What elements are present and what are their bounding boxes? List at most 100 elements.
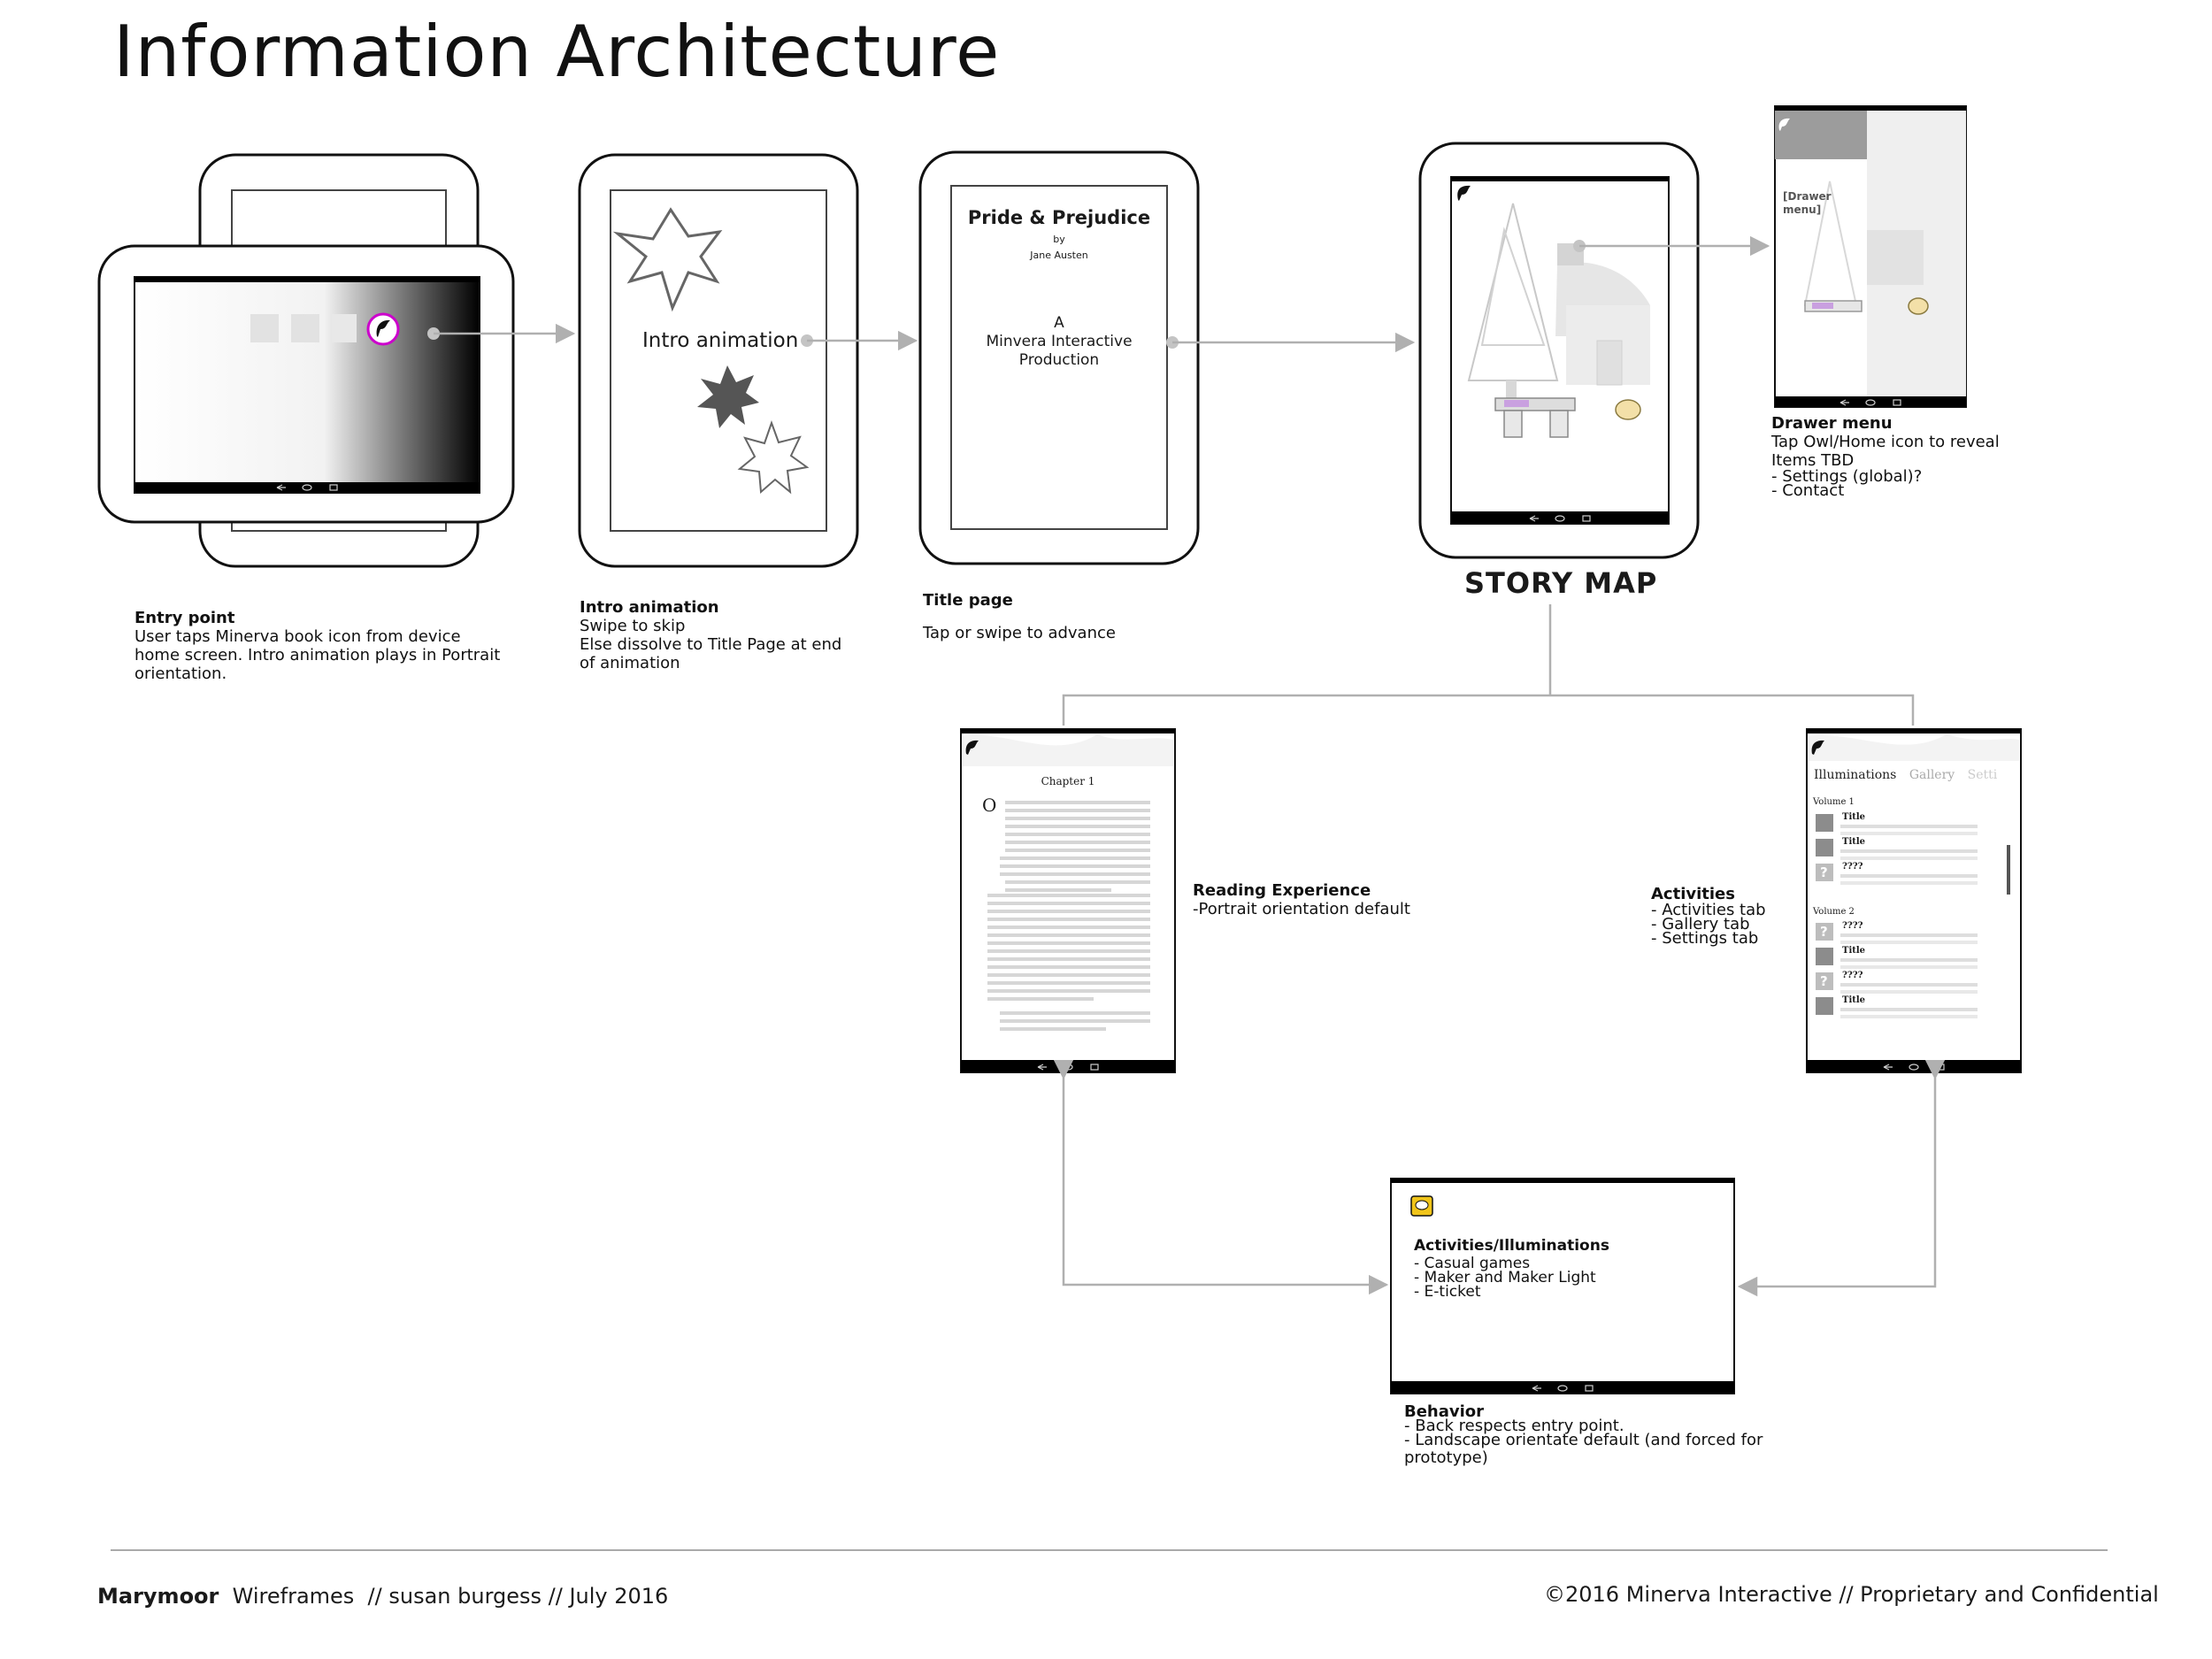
- drawer-label-line: menu]: [1783, 204, 1822, 216]
- desc-line: home screen. Intro animation plays in Po…: [134, 646, 501, 664]
- entry-point-description: Entry point User taps Minerva book icon …: [134, 609, 500, 683]
- activity-item-title[interactable]: Title: [1842, 837, 1865, 847]
- footer-meta: Wireframes // susan burgess // July 2016: [219, 1584, 669, 1609]
- text-line-placeholder: [987, 957, 1150, 961]
- row-placeholder: [1840, 874, 1978, 878]
- text-line-placeholder: [1005, 801, 1150, 804]
- text-line-placeholder: [1000, 1011, 1150, 1015]
- text-line-placeholder: [1000, 872, 1106, 876]
- chat-bubble-icon[interactable]: [1410, 1195, 1433, 1217]
- entry-point-device: [97, 153, 515, 568]
- footer-brand: Marymoor: [97, 1584, 219, 1609]
- intro-animation-description: Intro animation Swipe to skip Else disso…: [580, 598, 841, 672]
- text-line-placeholder: [1000, 856, 1150, 860]
- desc-line: User taps Minerva book icon from device: [134, 627, 461, 646]
- text-line-placeholder: [987, 973, 1150, 977]
- desc-line: Swipe to skip: [580, 617, 686, 635]
- activities-illuminations-notes: Activities/Illuminations - Casual games …: [1414, 1239, 1609, 1301]
- desc-line: of animation: [580, 654, 680, 672]
- production-line: Minvera Interactive: [986, 333, 1133, 350]
- text-line-placeholder: [987, 926, 1150, 929]
- desc-line: orientation.: [134, 664, 227, 683]
- row-placeholder: [1840, 881, 1978, 885]
- row-placeholder: [1840, 1008, 1978, 1011]
- note-line: - E-ticket: [1414, 1283, 1481, 1301]
- drawer-label-line: [Drawer: [1783, 190, 1832, 203]
- drawer-menu-heading: Drawer menu: [1771, 414, 1893, 433]
- activity-thumbnail[interactable]: [1816, 997, 1833, 1015]
- activity-item-title[interactable]: Title: [1842, 812, 1865, 822]
- row-placeholder: [1840, 958, 1978, 962]
- activity-item-title[interactable]: ????: [1842, 971, 1863, 980]
- reading-experience-description: Reading Experience -Portrait orientation…: [1193, 881, 1410, 918]
- row-placeholder: [1840, 849, 1978, 853]
- text-line-placeholder: [1005, 817, 1150, 820]
- desc-line: - Contact: [1771, 481, 1845, 500]
- production-line: A: [1054, 314, 1064, 332]
- reading-experience-heading: Reading Experience: [1193, 881, 1371, 900]
- text-line-placeholder: [1005, 880, 1150, 884]
- row-placeholder: [1840, 1015, 1978, 1018]
- tab-illuminations[interactable]: Illuminations: [1814, 768, 1896, 782]
- text-line-placeholder: [1005, 888, 1111, 892]
- row-placeholder: [1840, 965, 1978, 969]
- activity-thumbnail[interactable]: [1816, 948, 1833, 965]
- tab-settings[interactable]: Setti: [1968, 768, 1998, 782]
- desc-line: prototype): [1404, 1448, 1488, 1467]
- drawer-menu-description: Drawer menu Tap Owl/Home icon to reveal …: [1771, 414, 2000, 500]
- title-page-content: Pride & Prejudice by Jane Austen A Minve…: [951, 207, 1167, 370]
- book-author: Jane Austen: [1030, 250, 1088, 261]
- title-page-description: Title page Tap or swipe to advance: [923, 591, 1116, 642]
- book-by: by: [1053, 234, 1065, 245]
- unknown-thumbnail-glyph: ?: [1820, 973, 1828, 989]
- chapter-heading: Chapter 1: [1041, 775, 1095, 787]
- text-line-placeholder: [1005, 841, 1150, 844]
- drop-cap: O: [982, 795, 997, 816]
- entry-point-heading: Entry point: [134, 609, 235, 627]
- tab-gallery[interactable]: Gallery: [1909, 768, 1955, 782]
- activity-thumbnail[interactable]: [1816, 839, 1833, 856]
- desc-line: Else dissolve to Title Page at end: [580, 635, 842, 654]
- activity-thumbnail[interactable]: [1816, 814, 1833, 832]
- production-line: Production: [1018, 351, 1100, 369]
- story-map-device: [1418, 142, 1700, 559]
- activity-item-title[interactable]: ????: [1842, 921, 1863, 931]
- text-line-placeholder: [987, 949, 1150, 953]
- footer-copyright: ©2016 Minerva Interactive // Proprietary…: [1544, 1582, 2159, 1607]
- activity-item-title[interactable]: Title: [1842, 946, 1865, 956]
- unknown-thumbnail-glyph: ?: [1820, 924, 1828, 940]
- intro-animation-heading: Intro animation: [580, 598, 719, 617]
- row-placeholder: [1840, 941, 1978, 944]
- row-placeholder: [1840, 933, 1978, 937]
- drawer-menu-screen: [1774, 105, 1967, 408]
- text-line-placeholder: [987, 910, 1150, 913]
- row-placeholder: [1840, 983, 1978, 987]
- unknown-thumbnail-glyph: ?: [1820, 864, 1828, 880]
- volume-2-label: Volume 2: [1813, 907, 1855, 917]
- volume-1-label: Volume 1: [1813, 797, 1855, 807]
- title-page-heading: Title page: [923, 591, 1013, 610]
- text-line-placeholder: [987, 902, 1150, 905]
- text-line-placeholder: [987, 989, 1150, 993]
- text-line-placeholder: [987, 894, 1150, 897]
- book-title: Pride & Prejudice: [967, 207, 1151, 228]
- text-line-placeholder: [987, 981, 1150, 985]
- activities-description: Activities - Activities tab - Gallery ta…: [1651, 885, 1766, 948]
- desc-line: -Portrait orientation default: [1193, 900, 1410, 918]
- text-line-placeholder: [987, 997, 1094, 1001]
- desc-line: - Settings tab: [1651, 929, 1759, 948]
- activities-tabs: Illuminations Gallery Setti: [1814, 768, 1997, 782]
- row-placeholder: [1840, 990, 1978, 994]
- footer-left: Marymoor Wireframes // susan burgess // …: [97, 1584, 668, 1609]
- text-line-placeholder: [987, 941, 1150, 945]
- desc-line: Tap Owl/Home icon to reveal: [1771, 433, 2000, 451]
- activity-item-title[interactable]: Title: [1842, 995, 1865, 1005]
- desc-line: Tap or swipe to advance: [923, 624, 1116, 642]
- intro-animation-label: Intro animation: [642, 329, 799, 352]
- minerva-book-icon[interactable]: [366, 312, 400, 346]
- text-line-placeholder: [1005, 833, 1150, 836]
- text-line-placeholder: [1005, 809, 1150, 812]
- activity-item-title[interactable]: ????: [1842, 862, 1863, 872]
- intro-animation-device: [578, 153, 859, 568]
- text-line-placeholder: [1000, 864, 1150, 868]
